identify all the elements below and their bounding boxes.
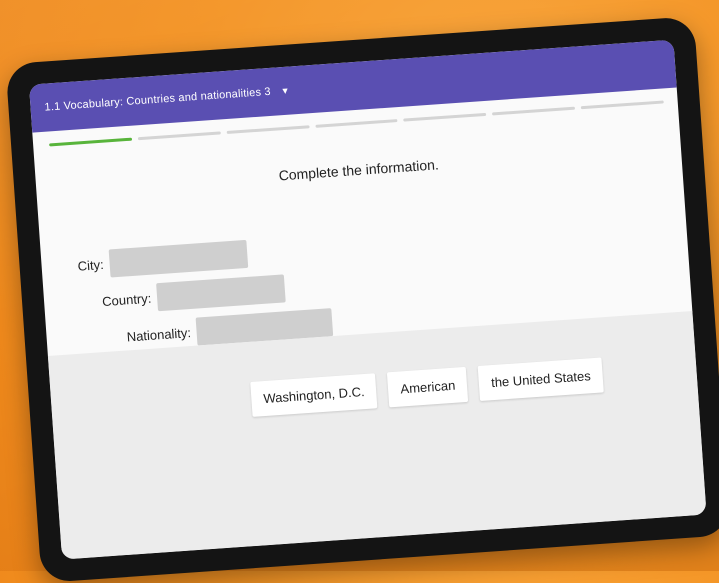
word-chip-united-states[interactable]: the United States: [477, 357, 604, 401]
tablet-device: 1.1 Vocabulary: Countries and nationalit…: [5, 16, 719, 583]
progress-segment-3: [226, 125, 310, 135]
nationality-label: Nationality:: [126, 324, 192, 344]
progress-segment-4: [315, 119, 398, 128]
country-drop-box[interactable]: [156, 274, 286, 312]
progress-segment-1: [49, 137, 132, 147]
tablet-screen: 1.1 Vocabulary: Countries and nationalit…: [28, 39, 707, 560]
progress-segment-7: [580, 100, 664, 110]
activity-title: 1.1 Vocabulary: Countries and nationalit…: [44, 85, 272, 114]
instruction-text: Complete the information.: [278, 156, 440, 184]
city-label: City:: [77, 256, 105, 274]
caret-down-icon[interactable]: ▼: [280, 86, 290, 97]
city-drop-box[interactable]: [108, 239, 249, 278]
word-chip-american[interactable]: American: [387, 366, 469, 408]
progress-segment-5: [403, 112, 487, 122]
word-chips: Washington, D.C. American the United Sta…: [250, 357, 604, 417]
country-label: Country:: [101, 290, 152, 309]
word-bank: Washington, D.C. American the United Sta…: [47, 310, 707, 560]
word-chip-washington[interactable]: Washington, D.C.: [250, 373, 378, 417]
progress-segment-2: [137, 131, 221, 141]
tablet-frame: 1.1 Vocabulary: Countries and nationalit…: [5, 16, 719, 583]
progress-segment-6: [492, 106, 576, 116]
